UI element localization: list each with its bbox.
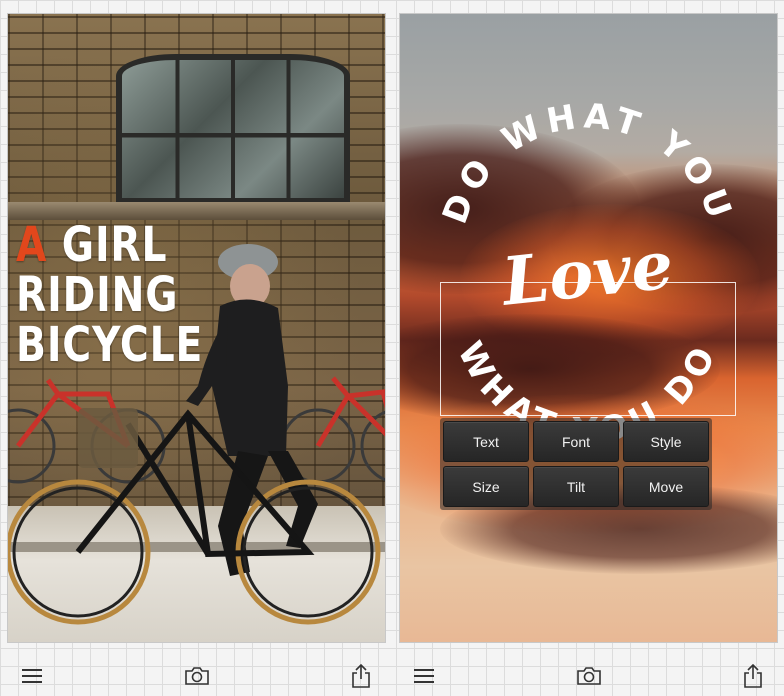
quote-arc-top-text: DO WHAT YOU — [435, 96, 735, 229]
quote-arc-top: DO WHAT YOU — [435, 96, 741, 229]
left-photo-canvas[interactable]: A GIRL RIDING BICYCLE — [8, 14, 385, 642]
headline-accent-word: A — [16, 217, 48, 273]
black-bicycle — [8, 408, 381, 625]
headline-text-overlay[interactable]: A GIRL RIDING BICYCLE — [16, 220, 203, 370]
camera-icon[interactable] — [184, 664, 209, 688]
tilt-button[interactable]: Tilt — [533, 466, 619, 507]
camera-icon[interactable] — [576, 664, 601, 688]
left-bottom-toolbar — [8, 655, 385, 696]
style-button[interactable]: Style — [623, 421, 709, 462]
text-button[interactable]: Text — [443, 421, 529, 462]
menu-icon[interactable] — [20, 664, 44, 688]
right-photo-canvas[interactable]: DO WHAT YOU Love WHAT YOU DO Text Font S… — [400, 14, 777, 642]
share-icon[interactable] — [741, 663, 765, 688]
headline-line-2: RIDING — [16, 267, 179, 323]
size-button[interactable]: Size — [443, 466, 529, 507]
arched-window — [116, 54, 350, 204]
move-button[interactable]: Move — [623, 466, 709, 507]
text-edit-panel: Text Font Style Size Tilt Move — [440, 418, 712, 510]
menu-icon[interactable] — [412, 664, 436, 688]
headline-line-3: BICYCLE — [16, 317, 204, 373]
right-bottom-toolbar — [400, 655, 777, 696]
headline-line-1-rest: GIRL — [47, 217, 168, 273]
font-button[interactable]: Font — [533, 421, 619, 462]
share-icon[interactable] — [349, 663, 373, 688]
text-selection-box[interactable] — [440, 282, 736, 416]
headline-line-1: A GIRL — [16, 220, 203, 270]
